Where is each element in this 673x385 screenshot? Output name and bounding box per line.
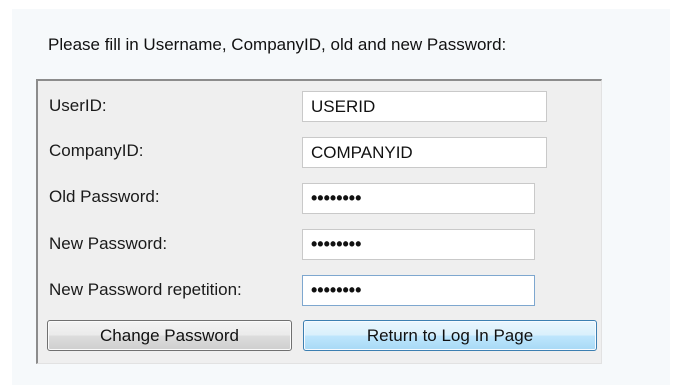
userid-input[interactable] <box>302 91 547 122</box>
change-password-button[interactable]: Change Password <box>47 320 292 351</box>
new-password-input[interactable] <box>302 229 535 260</box>
companyid-label: CompanyID: <box>49 141 144 160</box>
companyid-input[interactable] <box>302 137 547 168</box>
old-password-input[interactable] <box>302 183 535 214</box>
return-to-login-button[interactable]: Return to Log In Page <box>303 320 597 351</box>
new-password-repetition-label: New Password repetition: <box>49 280 242 299</box>
change-password-form: UserID: CompanyID: Old Password: New Pas… <box>36 79 602 364</box>
old-password-label: Old Password: <box>49 187 160 206</box>
new-password-repetition-input[interactable] <box>302 275 535 306</box>
new-password-label: New Password: <box>49 234 168 253</box>
userid-label: UserID: <box>49 96 107 115</box>
instructions-text: Please fill in Username, CompanyID, old … <box>48 35 507 54</box>
